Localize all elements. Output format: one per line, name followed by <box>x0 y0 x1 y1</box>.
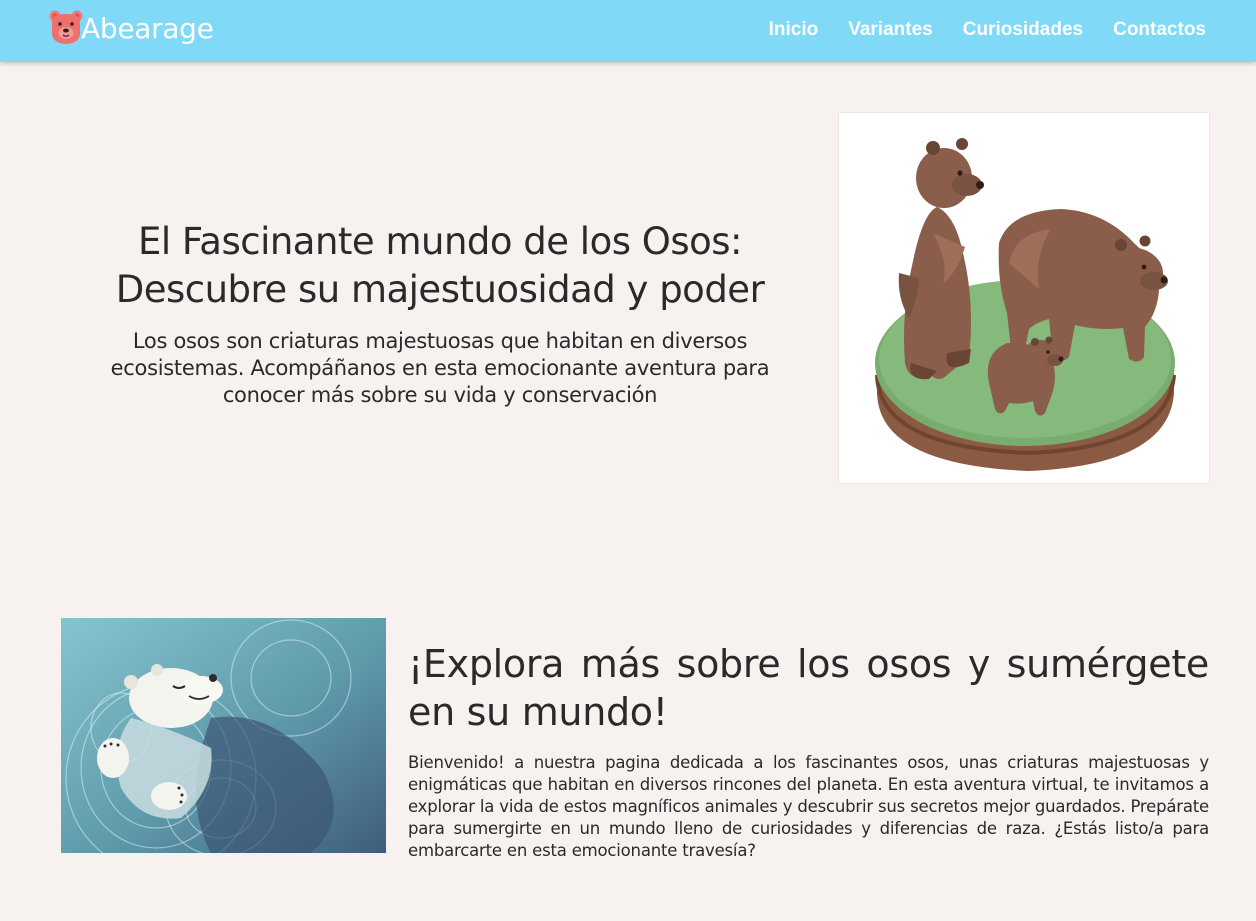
polar-bear-illustration <box>61 618 386 853</box>
nav-link-curiosidades[interactable]: Curiosidades <box>963 19 1083 40</box>
bears-on-island-image <box>875 138 1176 471</box>
polar-bear-swimming-image <box>61 618 386 853</box>
explore-body: Bienvenido! a nuestra pagina dedicada a … <box>408 753 1209 860</box>
brand-link[interactable]: Abearage <box>49 8 214 45</box>
hero-title: El Fascinante mundo de los Osos: Descubr… <box>115 220 765 311</box>
explore-section: ¡Explora más sobre los osos y sumérgete … <box>408 640 1209 862</box>
nav-link-inicio[interactable]: Inicio <box>769 19 819 40</box>
hero-section: El Fascinante mundo de los Osos: Descubr… <box>85 218 795 409</box>
nav-link-variantes[interactable]: Variantes <box>848 19 933 40</box>
brown-bears-illustration <box>838 112 1210 484</box>
explore-title: ¡Explora más sobre los osos y sumérgete … <box>408 642 1209 734</box>
nav-link-contactos[interactable]: Contactos <box>1113 19 1206 40</box>
hero-subtitle: Los osos son criaturas majestuosas que h… <box>110 329 770 407</box>
navbar: Abearage Inicio Variantes Curiosidades C… <box>0 0 1256 62</box>
bear-face-icon <box>49 10 83 44</box>
nav-menu: Inicio Variantes Curiosidades Contactos <box>739 19 1206 41</box>
brand-name: Abearage <box>81 12 214 45</box>
